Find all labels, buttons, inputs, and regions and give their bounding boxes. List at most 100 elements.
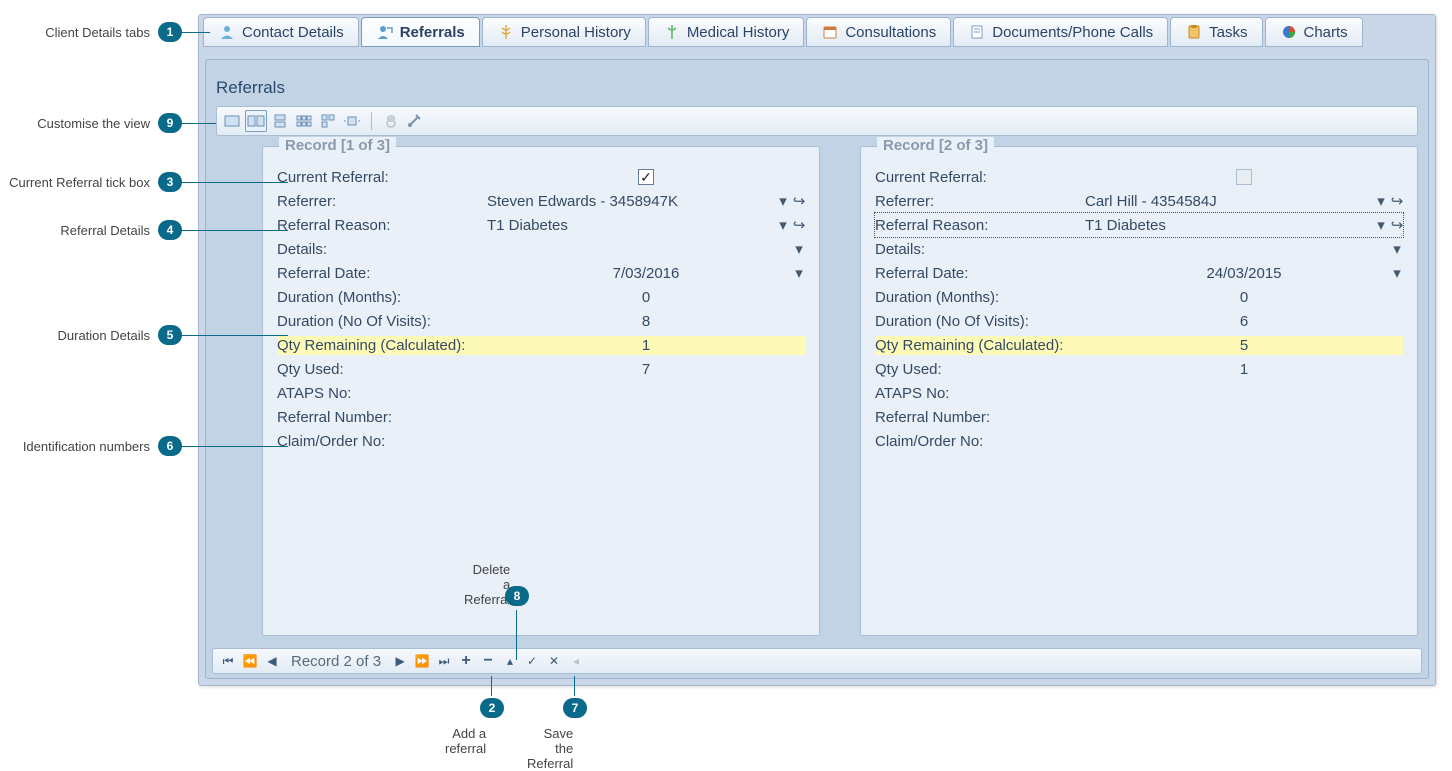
view-tiles-button[interactable]	[293, 110, 315, 132]
label-referrer: Referrer:	[277, 193, 487, 210]
tab-medical-history[interactable]: Medical History	[648, 17, 805, 47]
value-qty-remaining: 1	[642, 337, 650, 354]
callout-label-7: Save the Referral	[527, 726, 573, 771]
person-referral-icon	[376, 23, 394, 41]
dropdown-icon[interactable]: ▾	[1391, 267, 1403, 279]
tab-referrals[interactable]: Referrals	[361, 17, 480, 47]
label-referral-no: Referral Number:	[875, 409, 1085, 426]
nav-add-button[interactable]: +	[457, 652, 475, 670]
client-details-window: Contact Details Referrals Personal Histo…	[198, 14, 1436, 686]
callout-badge-9: 9	[158, 113, 182, 133]
dropdown-icon[interactable]: ▾	[777, 195, 789, 207]
tab-consultations[interactable]: Consultations	[806, 17, 951, 47]
focused-row: Referral Reason: T1 Diabetes ▾ ↪	[875, 213, 1403, 237]
open-icon[interactable]: ↪	[1391, 195, 1403, 207]
callout-label-4: Referral Details	[0, 223, 150, 238]
nav-next-page-button[interactable]: ⏩	[413, 652, 431, 670]
record-legend: Record [2 of 3]	[877, 137, 994, 154]
view-grid-button[interactable]	[317, 110, 339, 132]
record-card-1: Record [1 of 3] Current Referral: Referr…	[262, 146, 820, 636]
dropdown-icon[interactable]: ▾	[777, 219, 789, 231]
nav-last-button[interactable]: ⏭	[435, 652, 453, 670]
label-claim-no: Claim/Order No:	[277, 433, 487, 450]
nav-first-button[interactable]: ⏮	[219, 652, 237, 670]
label-qty-remaining: Qty Remaining (Calculated):	[875, 336, 1085, 355]
label-date: Referral Date:	[875, 265, 1085, 282]
view-list-button[interactable]	[269, 110, 291, 132]
records-container: Record [1 of 3] Current Referral: Referr…	[262, 146, 1418, 640]
tab-documents[interactable]: Documents/Phone Calls	[953, 17, 1168, 47]
callout-badge-2: 2	[480, 698, 504, 718]
label-details: Details:	[875, 241, 1085, 258]
tab-label: Medical History	[687, 24, 790, 41]
value-duration-months[interactable]: 0	[1240, 289, 1248, 306]
label-claim-no: Claim/Order No:	[875, 433, 1085, 450]
tab-label: Charts	[1304, 24, 1348, 41]
record-card-2: Record [2 of 3] Current Referral: Referr…	[860, 146, 1418, 636]
nav-scroll-icon: ◂	[567, 652, 585, 670]
label-date: Referral Date:	[277, 265, 487, 282]
tab-body: Referrals Record [1 of 3] Current Referr…	[205, 59, 1429, 679]
value-date: 24/03/2015	[1206, 265, 1281, 282]
value-duration-visits[interactable]: 6	[1240, 313, 1248, 330]
open-icon[interactable]: ↪	[1391, 219, 1403, 231]
label-ataps: ATAPS No:	[875, 385, 1085, 402]
label-reason: Referral Reason:	[277, 217, 487, 234]
dropdown-icon[interactable]: ▾	[1375, 195, 1387, 207]
current-referral-checkbox[interactable]	[638, 169, 654, 185]
label-referral-no: Referral Number:	[277, 409, 487, 426]
nav-prev-page-button[interactable]: ⏪	[241, 652, 259, 670]
tab-label: Referrals	[400, 24, 465, 41]
nav-prev-button[interactable]: ◀	[263, 652, 281, 670]
label-current-referral: Current Referral:	[277, 169, 487, 186]
callout-label-3: Current Referral tick box	[0, 175, 150, 190]
label-duration-visits: Duration (No Of Visits):	[277, 313, 487, 330]
nav-edit-button[interactable]: ▴	[501, 652, 519, 670]
callout-label-1: Client Details tabs	[0, 25, 150, 40]
record-legend: Record [1 of 3]	[279, 137, 396, 154]
medical-icon	[663, 23, 681, 41]
label-duration-months: Duration (Months):	[277, 289, 487, 306]
callout-label-9: Customise the view	[0, 116, 150, 131]
open-icon[interactable]: ↪	[793, 219, 805, 231]
nav-cancel-button[interactable]: ✕	[545, 652, 563, 670]
tab-contact-details[interactable]: Contact Details	[203, 17, 359, 47]
dropdown-icon[interactable]: ▾	[1375, 219, 1387, 231]
tab-personal-history[interactable]: Personal History	[482, 17, 646, 47]
nav-delete-button[interactable]: −	[479, 652, 497, 670]
open-icon[interactable]: ↪	[793, 195, 805, 207]
pan-button[interactable]	[380, 110, 402, 132]
view-single-button[interactable]	[221, 110, 243, 132]
label-qty-used: Qty Used:	[277, 361, 487, 378]
value-referrer: Steven Edwards - 3458947K	[487, 193, 678, 210]
tab-charts[interactable]: Charts	[1265, 17, 1363, 47]
callout-badge-4: 4	[158, 220, 182, 240]
tab-label: Personal History	[521, 24, 631, 41]
label-reason: Referral Reason:	[875, 217, 1085, 234]
label-ataps: ATAPS No:	[277, 385, 487, 402]
value-duration-months[interactable]: 0	[642, 289, 650, 306]
label-qty-remaining: Qty Remaining (Calculated):	[277, 336, 487, 355]
value-date: 7/03/2016	[613, 265, 680, 282]
callout-label-2: Add a referral	[445, 726, 486, 756]
panel-title: Referrals	[216, 78, 285, 98]
customize-button[interactable]	[404, 110, 426, 132]
view-carousel-button[interactable]	[341, 110, 363, 132]
tab-label: Contact Details	[242, 24, 344, 41]
dropdown-icon[interactable]: ▾	[1391, 243, 1403, 255]
dropdown-icon[interactable]: ▾	[793, 267, 805, 279]
tab-label: Consultations	[845, 24, 936, 41]
value-reason: T1 Diabetes	[487, 217, 568, 234]
dropdown-icon[interactable]: ▾	[793, 243, 805, 255]
tab-tasks[interactable]: Tasks	[1170, 17, 1262, 47]
clipboard-icon	[1185, 23, 1203, 41]
value-qty-used: 7	[642, 361, 650, 378]
current-referral-checkbox[interactable]	[1236, 169, 1252, 185]
label-duration-visits: Duration (No Of Visits):	[875, 313, 1085, 330]
view-cards-button[interactable]	[245, 110, 267, 132]
person-icon	[218, 23, 236, 41]
caduceus-icon	[497, 23, 515, 41]
value-duration-visits[interactable]: 8	[642, 313, 650, 330]
nav-save-button[interactable]: ✓	[523, 652, 541, 670]
nav-next-button[interactable]: ▶	[391, 652, 409, 670]
